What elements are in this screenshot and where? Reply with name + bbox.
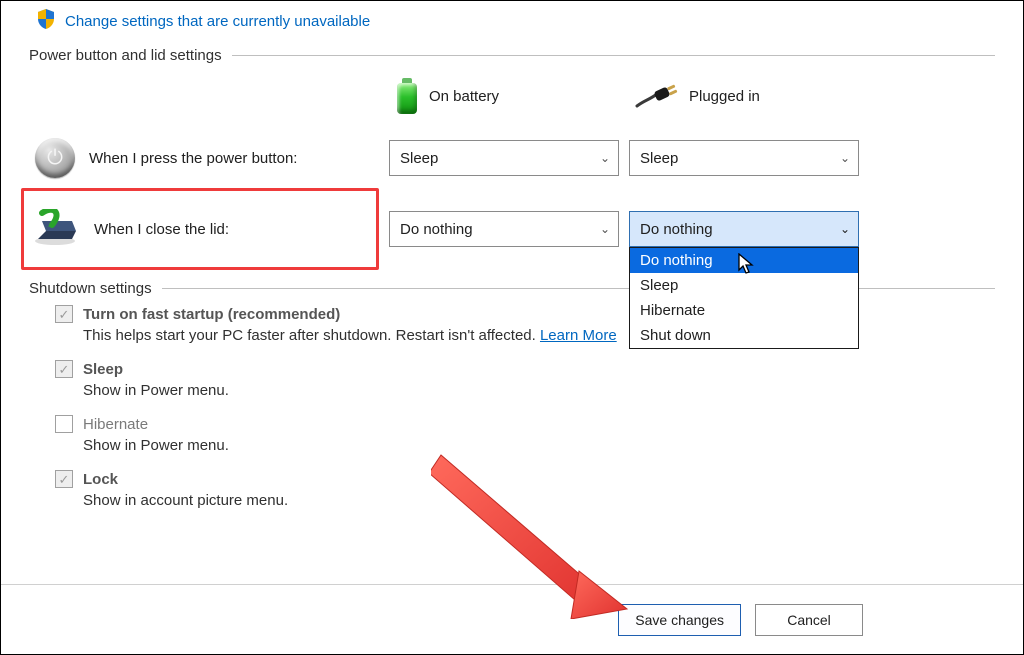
change-unavailable-settings-link[interactable]: Change settings that are currently unava… (65, 13, 370, 30)
label-fast-startup: Turn on fast startup (recommended) (83, 306, 340, 323)
learn-more-link[interactable]: Learn More (540, 327, 617, 344)
col-header-plugged: Plugged in (689, 88, 760, 105)
desc-lock: Show in account picture menu. (83, 492, 995, 509)
shield-icon (37, 9, 55, 33)
select-value: Sleep (400, 150, 438, 167)
select-power-button-plugged[interactable]: Sleep ⌄ (629, 140, 859, 176)
section-title-shutdown: Shutdown settings (29, 280, 152, 297)
label-sleep: Sleep (83, 361, 123, 378)
desc-hibernate: Show in Power menu. (83, 437, 995, 454)
footer-bar: Save changes Cancel (1, 584, 1023, 654)
dropdown-option-do-nothing[interactable]: Do nothing (630, 248, 858, 273)
chevron-down-icon: ⌄ (600, 222, 610, 236)
select-close-lid-plugged[interactable]: Do nothing ⌄ Do nothing Sleep Hibernate … (629, 211, 859, 247)
desc-sleep: Show in Power menu. (83, 382, 995, 399)
select-close-lid-battery[interactable]: Do nothing ⌄ (389, 211, 619, 247)
select-power-button-battery[interactable]: Sleep ⌄ (389, 140, 619, 176)
select-value: Do nothing (640, 221, 713, 238)
row-label-power-button: When I press the power button: (89, 150, 297, 167)
dropdown-option-shut-down[interactable]: Shut down (630, 323, 858, 348)
row-label-close-lid: When I close the lid: (94, 221, 229, 238)
chevron-down-icon: ⌄ (840, 222, 850, 236)
row-close-lid-highlight-box: When I close the lid: (21, 188, 379, 270)
select-value: Do nothing (400, 221, 473, 238)
chevron-down-icon: ⌄ (600, 151, 610, 165)
section-rule (162, 288, 995, 289)
plug-icon (635, 80, 679, 112)
dropdown-option-sleep[interactable]: Sleep (630, 273, 858, 298)
section-title-power-button: Power button and lid settings (29, 47, 222, 64)
laptop-lid-icon (32, 209, 80, 249)
checkbox-lock[interactable]: ✓ (55, 470, 73, 488)
checkbox-hibernate[interactable] (55, 415, 73, 433)
dropdown-close-lid-plugged: Do nothing Sleep Hibernate Shut down (629, 247, 859, 349)
save-changes-button[interactable]: Save changes (618, 604, 741, 636)
power-button-icon: ⏻ (35, 138, 75, 178)
select-value: Sleep (640, 150, 678, 167)
label-lock: Lock (83, 471, 118, 488)
checkbox-sleep[interactable]: ✓ (55, 360, 73, 378)
cancel-button[interactable]: Cancel (755, 604, 863, 636)
section-rule (232, 55, 995, 56)
dropdown-option-hibernate[interactable]: Hibernate (630, 298, 858, 323)
chevron-down-icon: ⌄ (840, 151, 850, 165)
battery-icon (395, 78, 419, 114)
label-hibernate: Hibernate (83, 416, 148, 433)
checkbox-fast-startup[interactable]: ✓ (55, 305, 73, 323)
col-header-battery: On battery (429, 88, 499, 105)
desc-fast-startup: This helps start your PC faster after sh… (83, 327, 536, 344)
